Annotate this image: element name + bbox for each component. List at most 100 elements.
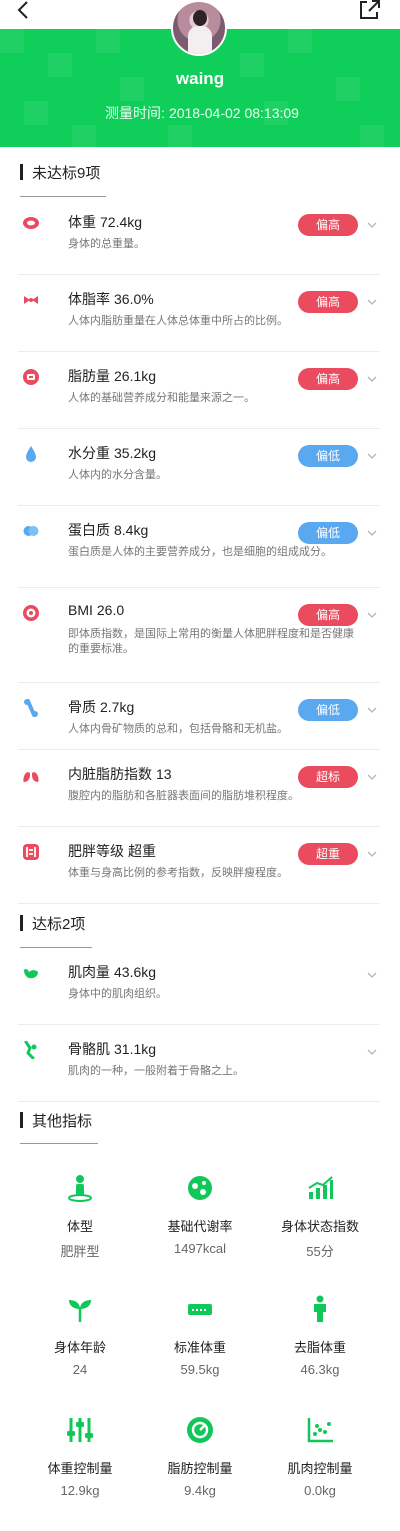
other-metric-label: 身体状态指数 xyxy=(280,1219,359,1234)
metric-row[interactable]: BMI 26.0 即体质指数，是国际上常用的衡量人体肥胖程度和是否健康的重要标准。偏… xyxy=(18,588,380,683)
metric-value: 31.1kg xyxy=(114,1041,157,1057)
other-metric-cell[interactable]: 肌肉控制量 0.0kg xyxy=(260,1416,380,1498)
obesity-level-icon xyxy=(22,843,40,861)
chevron-down-icon[interactable] xyxy=(366,770,378,782)
chevron-down-icon[interactable] xyxy=(366,372,378,384)
water-drop-icon xyxy=(22,445,40,463)
other-metric-label: 脂肪控制量 xyxy=(167,1461,233,1476)
chevron-down-icon[interactable] xyxy=(366,703,378,715)
bone-icon xyxy=(22,699,40,717)
metric-row[interactable]: 肌肉量 43.6kg 身体中的肌肉组织。 xyxy=(18,948,380,1025)
metric-description: 腹腔内的脂肪和各脏器表面间的脂肪堆积程度。 xyxy=(68,790,299,802)
lungs-icon xyxy=(22,766,40,784)
other-metric-value: 46.3kg xyxy=(300,1362,340,1377)
metric-value: 36.0% xyxy=(114,291,154,307)
muscle-arm-icon xyxy=(22,964,40,982)
other-metric-label: 去脂体重 xyxy=(293,1340,346,1355)
metric-value: 43.6kg xyxy=(114,964,157,980)
scale-icon xyxy=(186,1295,214,1323)
other-metric-value: 9.4kg xyxy=(184,1483,216,1498)
other-metric-label: 标准体重 xyxy=(173,1340,226,1355)
other-metric-cell[interactable]: 脂肪控制量 9.4kg xyxy=(140,1416,260,1498)
other-metric-cell[interactable]: 基础代谢率 1497kcal xyxy=(140,1174,260,1256)
metric-value: 72.4kg xyxy=(100,214,143,230)
metric-row[interactable]: 骨骼肌 31.1kg 肌肉的一种，一般附着于骨骼之上。 xyxy=(18,1025,380,1102)
metric-row[interactable]: 肥胖等级 超重 体重与身高比例的参考指数，反映胖瘦程度。 超重 xyxy=(18,827,380,904)
metric-title: 骨骼肌 31.1kg xyxy=(68,1039,156,1059)
share-icon[interactable] xyxy=(358,0,382,20)
metabolism-icon xyxy=(186,1174,214,1202)
metric-value: 13 xyxy=(156,766,172,782)
body-fat-rate-icon xyxy=(22,291,40,309)
status-badge: 偏高 xyxy=(298,368,358,390)
other-metric-cell[interactable]: 身体状态指数 55分 xyxy=(260,1174,380,1260)
other-metric-label: 肌肉控制量 xyxy=(287,1461,353,1476)
metric-name: 蛋白质 xyxy=(68,522,110,538)
metric-description: 身体的总重量。 xyxy=(68,238,145,250)
metric-row[interactable]: 内脏脂肪指数 13 腹腔内的脂肪和各脏器表面间的脂肪堆积程度。 超标 xyxy=(18,750,380,827)
section-met-label: 达标2项 xyxy=(32,916,86,933)
metric-value: 26.1kg xyxy=(114,368,157,384)
metric-row[interactable]: 骨质 2.7kg 人体内骨矿物质的总和，包括骨骼和无机盐。 偏低 xyxy=(18,683,380,750)
metric-title: 蛋白质 8.4kg xyxy=(68,520,148,540)
protein-icon xyxy=(22,522,40,540)
metric-description: 人体内脂肪重量在人体总体重中所占的比例。 xyxy=(68,315,288,327)
chevron-down-icon[interactable] xyxy=(366,968,378,980)
chevron-down-icon[interactable] xyxy=(366,1045,378,1057)
avatar[interactable] xyxy=(171,0,227,56)
metric-title: 水分重 35.2kg xyxy=(68,443,156,463)
other-metric-value: 1497kcal xyxy=(173,1241,227,1256)
other-metric-cell[interactable]: 标准体重 59.5kg xyxy=(140,1295,260,1377)
bmi-icon xyxy=(22,604,40,622)
scatter-chart-icon xyxy=(306,1416,334,1444)
metric-row[interactable]: 脂肪量 26.1kg 人体的基础营养成分和能量来源之一。 偏高 xyxy=(18,352,380,429)
chevron-down-icon[interactable] xyxy=(366,295,378,307)
metric-name: 骨质 xyxy=(68,699,96,715)
chevron-down-icon[interactable] xyxy=(366,526,378,538)
other-metric-value: 24 xyxy=(72,1362,88,1377)
other-metric-cell[interactable]: 去脂体重 46.3kg xyxy=(260,1295,380,1377)
metric-value: 超重 xyxy=(128,843,156,859)
person-icon xyxy=(306,1295,334,1323)
measure-time: 测量时间: 2018-04-02 08:13:09 xyxy=(0,103,400,123)
metric-description: 即体质指数，是国际上常用的衡量人体肥胖程度和是否健康的重要标准。 xyxy=(68,628,354,655)
other-metric-label: 基础代谢率 xyxy=(167,1219,233,1234)
status-badge: 超标 xyxy=(298,766,358,788)
other-metric-cell[interactable]: 体型 肥胖型 xyxy=(20,1174,140,1260)
chevron-down-icon[interactable] xyxy=(366,449,378,461)
metric-name: 内脏脂肪指数 xyxy=(68,766,152,782)
sprout-icon xyxy=(66,1295,94,1323)
other-metric-cell[interactable]: 体重控制量 12.9kg xyxy=(20,1416,140,1498)
chevron-down-icon[interactable] xyxy=(366,847,378,859)
metric-row[interactable]: 蛋白质 8.4kg 蛋白质是人体的主要营养成分，也是细胞的组成成分。 偏低 xyxy=(18,506,380,588)
metric-description: 人体的基础营养成分和能量来源之一。 xyxy=(68,392,255,404)
metric-name: 骨骼肌 xyxy=(68,1041,110,1057)
chevron-down-icon[interactable] xyxy=(366,218,378,230)
section-underline xyxy=(20,196,106,197)
metric-row[interactable]: 水分重 35.2kg 人体内的水分含量。 偏低 xyxy=(18,429,380,506)
body-type-icon xyxy=(66,1174,94,1202)
metric-description: 蛋白质是人体的主要营养成分，也是细胞的组成成分。 xyxy=(68,546,332,558)
metric-value: 26.0 xyxy=(96,602,125,618)
status-badge: 偏低 xyxy=(298,699,358,721)
metric-name: 脂肪量 xyxy=(68,368,110,384)
section-met-title: 达标2项 xyxy=(20,913,85,934)
metric-row[interactable]: 体脂率 36.0% 人体内脂肪重量在人体总体重中所占的比例。 偏高 xyxy=(18,275,380,352)
username: waing xyxy=(175,69,225,88)
metric-name: 肥胖等级 xyxy=(68,843,124,859)
status-badge: 偏高 xyxy=(298,604,358,626)
sliders-icon xyxy=(66,1416,94,1444)
metric-name: 水分重 xyxy=(68,445,110,461)
metric-title: 肥胖等级 超重 xyxy=(68,841,156,861)
metric-name: BMI xyxy=(68,602,93,618)
metric-title: 体重 72.4kg xyxy=(68,212,142,232)
fat-mass-icon xyxy=(22,368,40,386)
other-metric-cell[interactable]: 身体年龄 24 xyxy=(20,1295,140,1377)
other-metric-value: 12.9kg xyxy=(60,1483,100,1498)
back-arrow-icon[interactable] xyxy=(14,0,34,20)
metric-name: 体脂率 xyxy=(68,291,110,307)
chevron-down-icon[interactable] xyxy=(366,608,378,620)
metric-row[interactable]: 体重 72.4kg 身体的总重量。 偏高 xyxy=(18,198,380,275)
status-badge: 偏高 xyxy=(298,214,358,236)
metric-name: 肌肉量 xyxy=(68,964,110,980)
